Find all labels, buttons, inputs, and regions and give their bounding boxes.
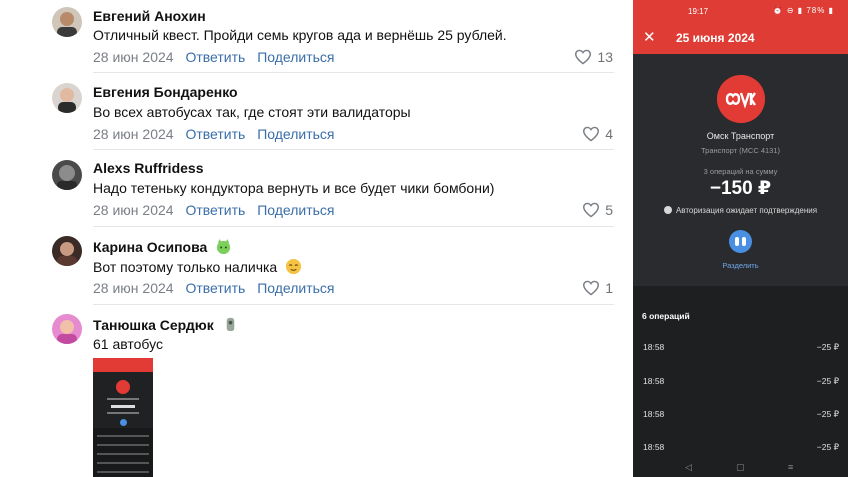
menu-icon[interactable]: ≡: [788, 462, 793, 472]
avatar[interactable]: [52, 236, 82, 266]
operation-amount: −25 ₽: [816, 342, 839, 352]
comments-feed: Евгений Анохин Отличный квест. Пройди се…: [0, 0, 625, 477]
clock-icon: [663, 206, 672, 214]
status-time: 19:17: [688, 7, 709, 16]
share-link[interactable]: Поделиться: [257, 280, 334, 296]
avatar[interactable]: [52, 83, 82, 113]
share-link[interactable]: Поделиться: [257, 49, 334, 65]
comment-meta: 28 июн 2024 Ответить Поделиться: [93, 49, 335, 65]
comment-author-name: Танюшка Сердюк: [93, 317, 214, 333]
close-icon[interactable]: ✕: [643, 28, 656, 46]
comment-text: 61 автобус: [93, 336, 163, 352]
comment-item: Alexs Ruffridess Надо тетеньку кондуктор…: [0, 150, 625, 227]
comment-author[interactable]: Танюшка Сердюк: [93, 316, 239, 333]
comment-text: Во всех автобусах так, где стоят эти вал…: [93, 104, 411, 120]
comment-author-name: Карина Осипова: [93, 239, 208, 255]
header-date: 25 июня 2024: [676, 31, 755, 45]
comment-meta: 28 июн 2024 Ответить Поделиться: [93, 126, 335, 142]
avatar[interactable]: [52, 160, 82, 190]
heart-icon: [583, 126, 600, 142]
merchant-category: Транспорт (MCC 4131): [701, 146, 780, 155]
attached-screenshot-thumbnail[interactable]: [93, 358, 153, 477]
operation-amount: −25 ₽: [816, 376, 839, 386]
split-button[interactable]: Разделить: [633, 261, 848, 270]
like-button[interactable]: 5: [582, 202, 613, 218]
reply-link[interactable]: Ответить: [185, 202, 245, 218]
comment-text: Вот поэтому только наличка: [93, 258, 302, 275]
heart-icon: [575, 49, 592, 65]
sticker-emoji-icon: [226, 317, 234, 332]
reply-link[interactable]: Ответить: [185, 126, 245, 142]
comment-item: Евгений Анохин Отличный квест. Пройди се…: [0, 0, 625, 74]
avatar[interactable]: [52, 7, 82, 37]
heart-icon: [583, 280, 600, 296]
comment-author[interactable]: Евгения Бондаренко: [93, 84, 238, 100]
like-count: 13: [597, 49, 613, 65]
like-button[interactable]: 1: [582, 280, 613, 296]
comment-date[interactable]: 28 июн 2024: [93, 202, 174, 218]
auth-status-text: Авторизация ожидает подтверждения: [675, 206, 818, 215]
cat-emoji-icon: [217, 238, 231, 255]
comment-meta: 28 июн 2024 Ответить Поделиться: [93, 280, 335, 296]
comment-date[interactable]: 28 июн 2024: [93, 49, 174, 65]
home-icon[interactable]: ▢: [736, 462, 745, 473]
operation-time: 18:58: [643, 342, 665, 352]
operation-time: 18:58: [643, 409, 665, 419]
avatar[interactable]: [52, 314, 82, 344]
comment-item: Карина Осипова Вот поэтому только наличк…: [0, 227, 625, 304]
total-amount: −150 ₽: [709, 178, 772, 199]
operation-time: 18:58: [643, 442, 665, 452]
app-header: ✕ 25 июня 2024: [633, 22, 848, 54]
comment-text: Надо тетеньку кондуктора вернуть и все б…: [93, 180, 495, 196]
comment-author[interactable]: Евгений Анохин: [93, 8, 206, 24]
system-nav-bar: ◁ ▢ ≡: [633, 457, 848, 477]
merchant-logo: [717, 75, 765, 123]
reply-link[interactable]: Ответить: [185, 49, 245, 65]
comment-text-body: Вот поэтому только наличка: [93, 259, 278, 275]
comment-item: Евгения Бондаренко Во всех автобусах так…: [0, 74, 625, 150]
comment-meta: 28 июн 2024 Ответить Поделиться: [93, 202, 335, 218]
bank-app-screenshot: 19:17 ⏰ ⊖ ▮ 78% ▮ ✕ 25 июня 2024 Омск Тр…: [633, 0, 848, 477]
omsk-logo-icon: [717, 75, 765, 123]
like-button[interactable]: 4: [582, 126, 613, 142]
status-bar: 19:17 ⏰ ⊖ ▮ 78% ▮: [633, 0, 848, 22]
like-count: 5: [605, 202, 613, 218]
heart-icon: [583, 202, 600, 218]
share-link[interactable]: Поделиться: [257, 126, 334, 142]
divider: [93, 72, 614, 73]
operation-amount: −25 ₽: [816, 442, 839, 452]
comment-author[interactable]: Alexs Ruffridess: [93, 160, 203, 176]
reply-link[interactable]: Ответить: [185, 280, 245, 296]
like-count: 4: [605, 126, 613, 142]
comment-date[interactable]: 28 июн 2024: [93, 280, 174, 296]
operation-amount: −25 ₽: [816, 409, 839, 419]
comment-date[interactable]: 28 июн 2024: [93, 126, 174, 142]
operation-time: 18:58: [643, 376, 665, 386]
comment-text: Отличный квест. Пройди семь кругов ада и…: [93, 27, 507, 43]
like-count: 1: [605, 280, 613, 296]
transaction-card: Омск Транспорт Транспорт (MCC 4131) 3 оп…: [633, 54, 848, 286]
merchant-name: Омск Транспорт: [706, 131, 775, 141]
operations-title: 6 операций: [642, 311, 690, 321]
status-icons: ⏰ ⊖ ▮ 78% ▮: [772, 6, 834, 15]
comment-author[interactable]: Карина Осипова: [93, 238, 232, 255]
split-icon[interactable]: [729, 230, 752, 253]
auth-status: Авторизация ожидает подтверждения: [633, 206, 848, 215]
like-button[interactable]: 13: [574, 49, 613, 65]
summary-label: 3 операций на сумму: [703, 167, 778, 176]
relieved-face-emoji-icon: [286, 258, 302, 275]
back-icon[interactable]: ◁: [685, 462, 692, 473]
share-link[interactable]: Поделиться: [257, 202, 334, 218]
